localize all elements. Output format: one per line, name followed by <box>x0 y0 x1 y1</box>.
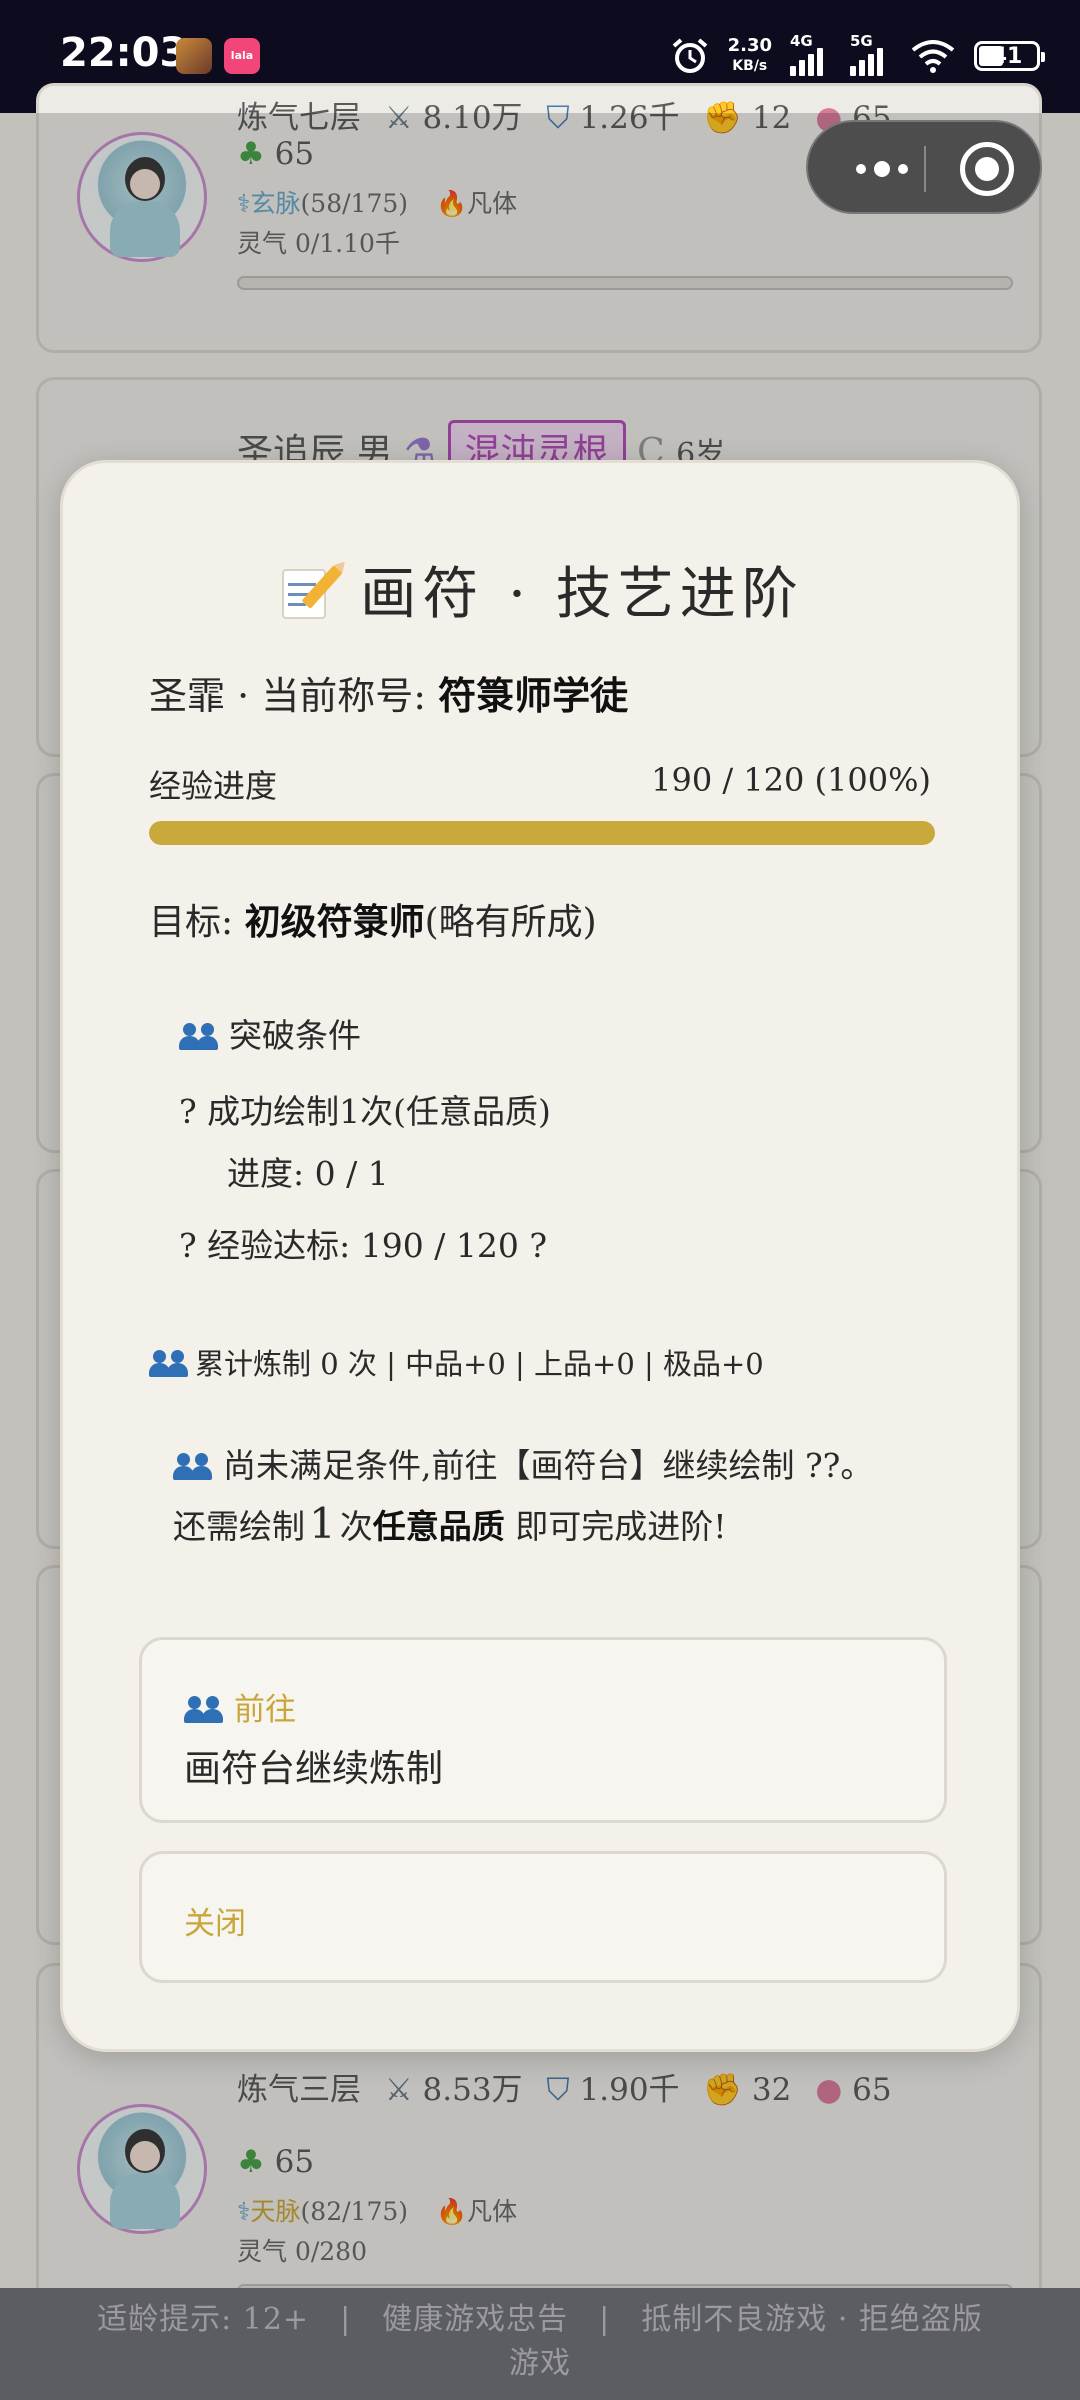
more-menu-button[interactable] <box>844 152 920 186</box>
people-icon <box>173 1451 213 1481</box>
exp-progress-bar <box>149 821 935 845</box>
network-speed: 2.30 KB/s <box>727 35 772 75</box>
target-rank: 目标: 初级符箓师(略有所成) <box>149 901 597 943</box>
health-notice: 适龄提示: 12+ | 健康游戏忠告 | 抵制不良游戏 · 拒绝盗版 游戏 <box>0 2288 1080 2400</box>
remaining-count: 1 <box>309 1499 336 1548</box>
close-label: 关闭 <box>184 1906 246 1942</box>
condition-exp: ? 经验达标: 190 / 120 ? <box>179 1226 548 1265</box>
battery-icon: 41 <box>974 41 1045 71</box>
alarm-icon <box>672 38 707 73</box>
rank-title: 符箓师学徒 <box>438 673 629 718</box>
wifi-icon <box>911 40 955 73</box>
go-label: 前往 <box>234 1692 296 1728</box>
go-description: 画符台继续炼制 <box>184 1747 443 1790</box>
conditions-title: 突破条件 <box>179 1009 361 1057</box>
clock: 22:03 <box>60 30 188 76</box>
health-notice-line2: 游戏 <box>509 2346 571 2381</box>
condition-draw-progress: 进度: 0 / 1 <box>227 1154 389 1193</box>
exp-value: 190 / 120 (100%) <box>651 761 931 799</box>
condition-draw: ? 成功绘制1次(任意品质) <box>179 1092 551 1131</box>
current-rank: 圣霏 · 当前称号: 符箓师学徒 <box>149 673 629 718</box>
notice-remaining: 还需绘制1 次任意品质 即可完成进阶! <box>173 1499 727 1548</box>
close-button[interactable]: 关闭 <box>139 1851 947 1983</box>
memo-icon <box>276 563 343 621</box>
exp-label: 经验进度 <box>149 767 278 805</box>
signal-5g-icon: 5G <box>850 32 892 76</box>
lala-app-icon: lala <box>224 38 260 74</box>
signal-4g-icon: 4G <box>790 32 832 76</box>
people-icon <box>149 1348 188 1378</box>
miniprogram-capsule <box>806 120 1042 214</box>
exp-progress-fill <box>149 821 935 845</box>
status-icons: 2.30 KB/s 4G 5G 41 <box>670 28 1045 84</box>
health-notice-line1: 适龄提示: 12+ | 健康游戏忠告 | 抵制不良游戏 · 拒绝盗版 <box>97 2302 983 2337</box>
people-icon <box>179 1021 219 1051</box>
dialog-title: 画符 · 技艺进阶 <box>63 549 1017 630</box>
close-miniprogram-button[interactable] <box>960 142 1014 196</box>
game-app-icon <box>176 38 212 74</box>
go-to-talisman-table-button[interactable]: 前往 画符台继续炼制 <box>139 1637 947 1823</box>
notice-text: 尚未满足条件,前往【画符台】继续绘制 ??。 <box>173 1439 873 1487</box>
people-icon <box>184 1694 224 1724</box>
craft-stats: 累计炼制 0 次 | 中品+0 | 上品+0 | 极品+0 <box>149 1341 764 1383</box>
skill-advance-dialog: 画符 · 技艺进阶 圣霏 · 当前称号: 符箓师学徒 经验进度 190 / 12… <box>60 460 1020 2052</box>
